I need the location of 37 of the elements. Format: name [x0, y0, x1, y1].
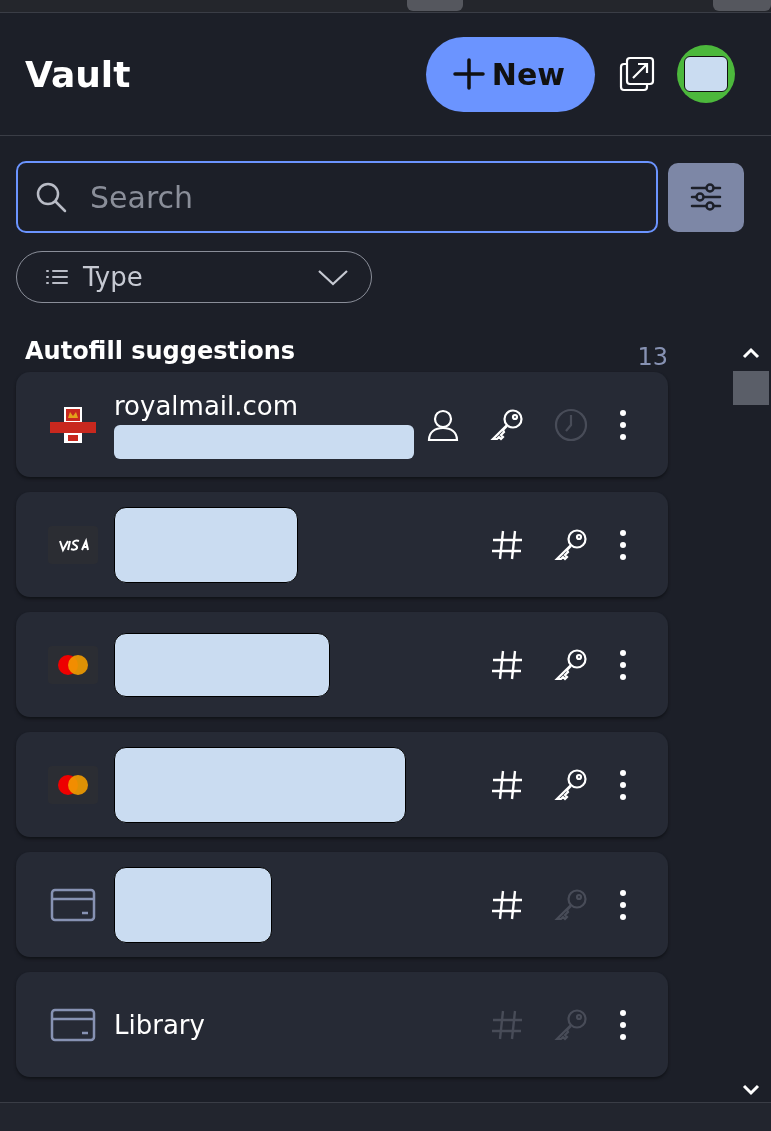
- key-icon[interactable]: [554, 647, 588, 682]
- user-icon[interactable]: [426, 407, 460, 442]
- more-options-icon[interactable]: [618, 647, 628, 682]
- search-field[interactable]: Search: [16, 161, 658, 233]
- more-options-icon[interactable]: [618, 1007, 628, 1042]
- mail-logo-icon: [48, 404, 98, 445]
- vault-item[interactable]: [16, 732, 668, 837]
- key-icon[interactable]: [554, 527, 588, 562]
- more-options-icon[interactable]: [618, 767, 628, 802]
- vault-item[interactable]: royalmail.com: [16, 372, 668, 477]
- search-icon: [34, 180, 68, 214]
- new-button[interactable]: New: [425, 36, 595, 112]
- item-title: Library: [114, 1009, 205, 1040]
- key-icon[interactable]: [490, 407, 524, 442]
- scroll-up-icon[interactable]: [742, 347, 760, 359]
- chevron-down-icon: [317, 267, 349, 287]
- vault-item[interactable]: [16, 852, 668, 957]
- more-options-icon[interactable]: [618, 887, 628, 922]
- credit-card-icon: [50, 1007, 96, 1042]
- item-count: 13: [637, 343, 668, 371]
- credit-card-icon: [50, 887, 96, 922]
- pop-out-icon[interactable]: [619, 56, 655, 92]
- key-icon[interactable]: [554, 767, 588, 802]
- list-icon: [45, 268, 69, 286]
- plus-icon: [451, 57, 486, 91]
- account-avatar[interactable]: [677, 45, 735, 103]
- vault-item[interactable]: [16, 492, 668, 597]
- item-title: royalmail.com: [114, 390, 299, 421]
- vault-title: Vault: [25, 53, 131, 95]
- vault-item[interactable]: Library: [16, 972, 668, 1077]
- section-title: Autofill suggestions: [25, 337, 296, 365]
- more-options-icon[interactable]: [618, 527, 628, 562]
- more-options-icon[interactable]: [618, 407, 628, 442]
- scrollbar-thumb[interactable]: [733, 371, 769, 405]
- filter-settings-button[interactable]: [668, 162, 744, 232]
- vault-item[interactable]: [16, 612, 668, 717]
- scroll-down-icon[interactable]: [742, 1084, 760, 1096]
